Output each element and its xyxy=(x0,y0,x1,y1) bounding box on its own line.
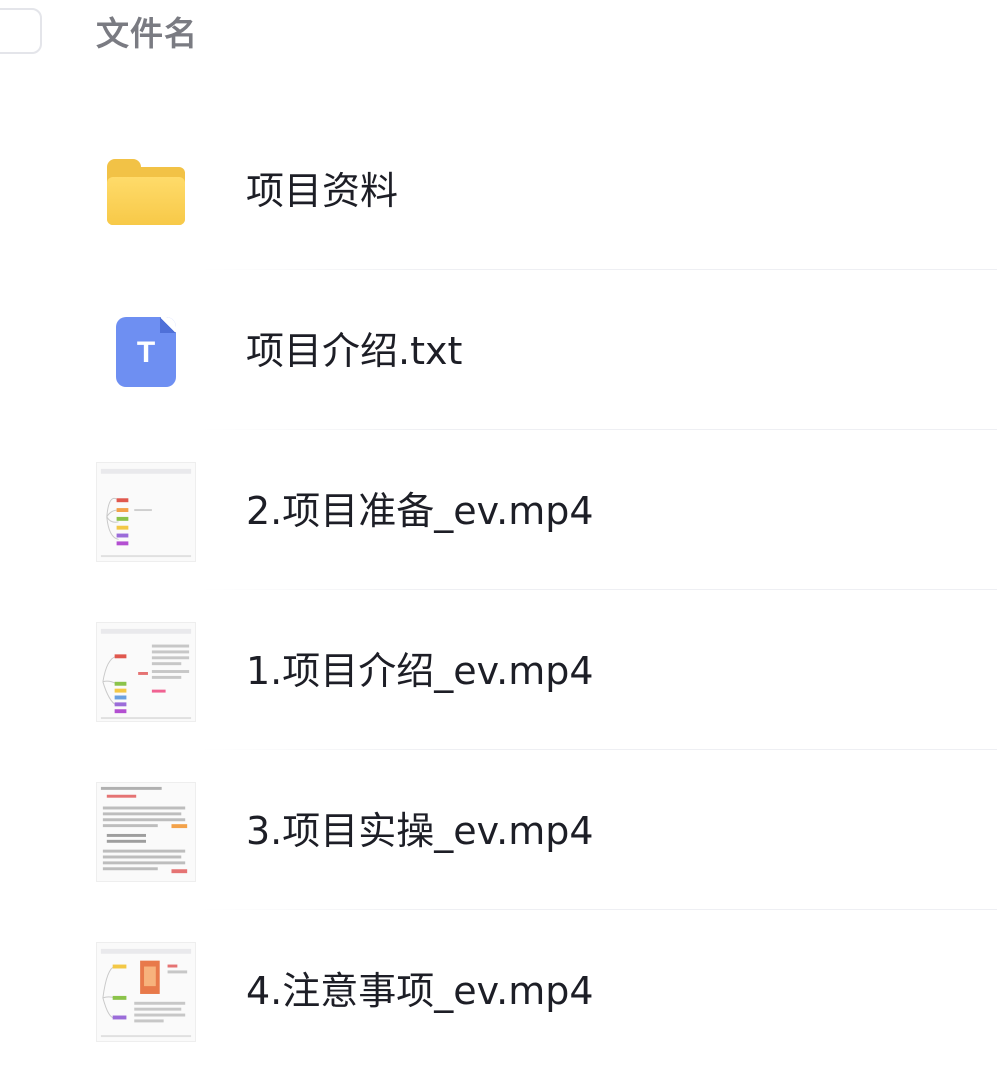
file-name[interactable]: 项目介绍.txt xyxy=(246,328,462,374)
file-thumbnail xyxy=(96,462,196,562)
file-row-video[interactable]: 2.项目准备_ev.mp4 xyxy=(0,430,997,590)
video-thumbnail-icon xyxy=(96,782,196,882)
file-name[interactable]: 项目资料 xyxy=(246,168,398,214)
file-thumbnail xyxy=(96,782,196,882)
select-all-checkbox[interactable] xyxy=(0,8,42,54)
file-thumbnail xyxy=(96,154,196,230)
file-row-video[interactable]: 1.项目介绍_ev.mp4 xyxy=(0,590,997,750)
file-name[interactable]: 3.项目实操_ev.mp4 xyxy=(246,808,594,854)
file-row-folder[interactable]: 项目资料 xyxy=(0,110,997,270)
file-name[interactable]: 1.项目介绍_ev.mp4 xyxy=(246,648,594,694)
file-row-video[interactable]: 4.注意事项_ev.mp4 xyxy=(0,910,997,1070)
file-name[interactable]: 2.项目准备_ev.mp4 xyxy=(246,488,594,534)
folder-icon xyxy=(107,159,185,225)
file-thumbnail xyxy=(96,622,196,722)
video-thumbnail-icon xyxy=(96,622,196,722)
file-name[interactable]: 4.注意事项_ev.mp4 xyxy=(246,968,594,1014)
file-row-video[interactable]: 3.项目实操_ev.mp4 xyxy=(0,750,997,910)
file-list-header: 文件名 xyxy=(0,0,997,70)
column-header-filename[interactable]: 文件名 xyxy=(96,14,198,54)
file-thumbnail xyxy=(96,942,196,1042)
video-thumbnail-icon xyxy=(96,942,196,1042)
video-thumbnail-icon xyxy=(96,462,196,562)
text-file-icon: T xyxy=(116,317,176,387)
file-row-txt[interactable]: T 项目介绍.txt xyxy=(0,270,997,430)
file-list: 项目资料 T 项目介绍.txt 2.项目准备_ev.mp4 1.项目介绍_ev.… xyxy=(0,110,997,1070)
file-thumbnail: T xyxy=(96,314,196,390)
